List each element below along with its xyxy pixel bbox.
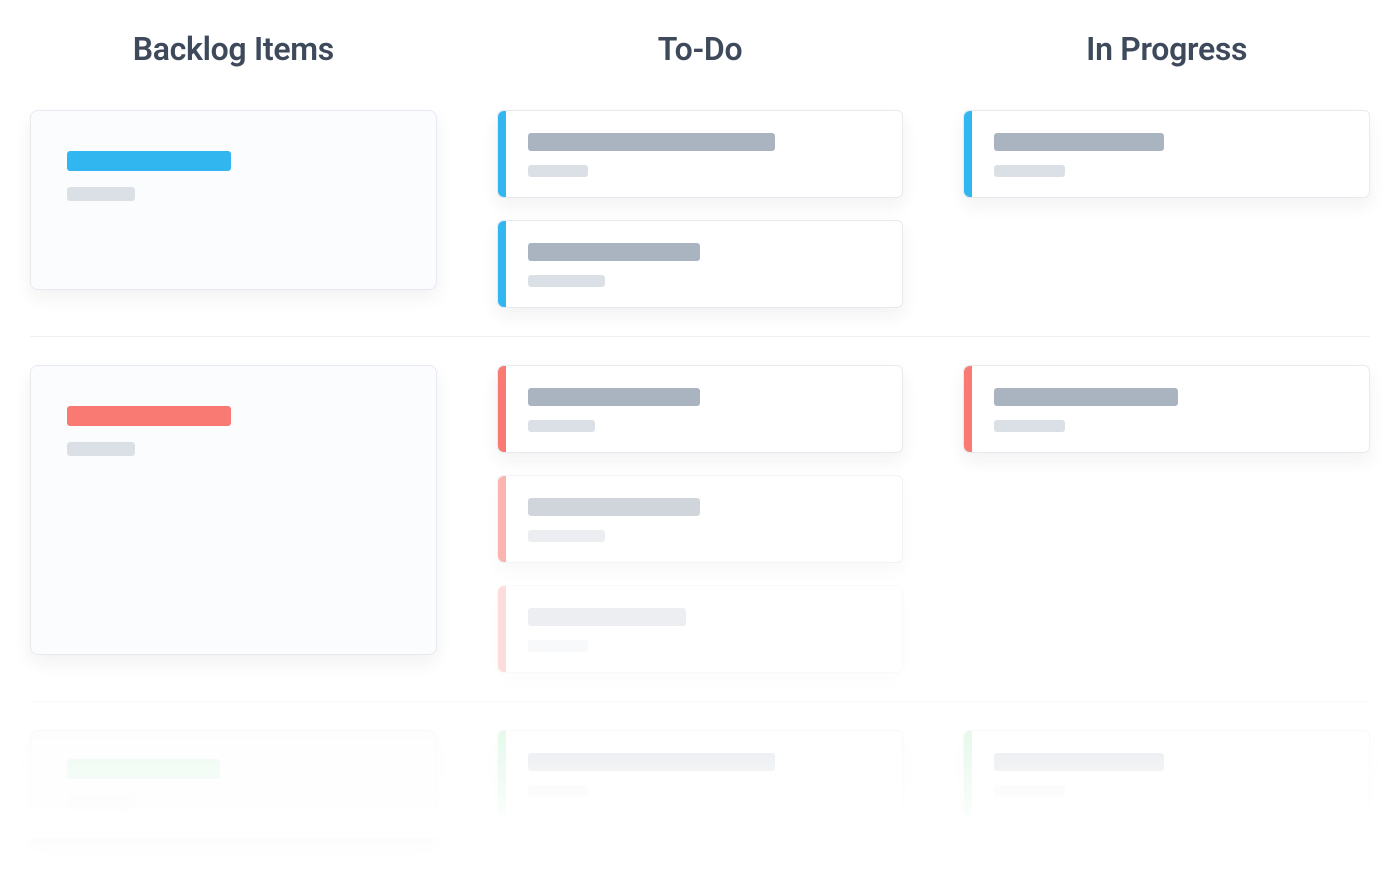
backlog-lane-3 (30, 730, 437, 838)
inprogress-lane-2 (963, 365, 1370, 673)
swimlane-blue (30, 110, 1370, 308)
card-subtitle-placeholder (994, 785, 1065, 797)
todo-card[interactable] (497, 585, 904, 673)
card-subtitle-placeholder (994, 165, 1065, 177)
card-accent-red (964, 366, 972, 452)
inprogress-lane-1 (963, 110, 1370, 308)
backlog-card[interactable] (30, 365, 437, 655)
card-subtitle-placeholder (67, 795, 135, 809)
todo-card[interactable] (497, 475, 904, 563)
backlog-lane-2 (30, 365, 437, 673)
todo-card[interactable] (497, 730, 904, 818)
todo-lane-2 (497, 365, 904, 673)
card-accent-red (498, 366, 506, 452)
inprogress-card[interactable] (963, 110, 1370, 198)
inprogress-lane-3 (963, 730, 1370, 838)
inprogress-column-title: In Progress (963, 30, 1370, 68)
card-subtitle-placeholder (528, 640, 588, 652)
backlog-column-title: Backlog Items (30, 30, 437, 68)
card-title-placeholder (994, 133, 1163, 151)
card-subtitle-placeholder (67, 442, 135, 456)
card-accent-green (498, 731, 506, 817)
card-subtitle-placeholder (994, 420, 1065, 432)
card-title-placeholder (528, 388, 701, 406)
swimlane-red (30, 365, 1370, 673)
backlog-card[interactable] (30, 730, 437, 838)
card-subtitle-placeholder (528, 785, 588, 797)
card-title-placeholder (994, 753, 1163, 771)
card-subtitle-placeholder (528, 165, 588, 177)
todo-card[interactable] (497, 365, 904, 453)
card-accent-green (964, 731, 972, 817)
inprogress-card[interactable] (963, 365, 1370, 453)
backlog-lane-1 (30, 110, 437, 308)
card-subtitle-placeholder (528, 420, 595, 432)
card-title-placeholder (528, 133, 775, 151)
todo-column-title: To-Do (497, 30, 904, 68)
todo-lane-3 (497, 730, 904, 838)
card-accent-red (498, 586, 506, 672)
card-subtitle-placeholder (67, 187, 135, 201)
card-subtitle-placeholder (528, 275, 606, 287)
card-title-placeholder (528, 498, 701, 516)
card-title-placeholder (67, 151, 231, 171)
card-subtitle-placeholder (528, 530, 606, 542)
swimlane-green (30, 730, 1370, 838)
card-accent-blue (498, 221, 506, 307)
card-accent-blue (964, 111, 972, 197)
lane-divider (30, 336, 1370, 337)
card-accent-red (498, 476, 506, 562)
backlog-card[interactable] (30, 110, 437, 290)
todo-lane-1 (497, 110, 904, 308)
card-title-placeholder (528, 243, 701, 261)
card-title-placeholder (67, 406, 231, 426)
todo-card[interactable] (497, 220, 904, 308)
card-title-placeholder (994, 388, 1177, 406)
todo-card[interactable] (497, 110, 904, 198)
card-title-placeholder (528, 753, 775, 771)
lane-divider (30, 701, 1370, 702)
card-accent-blue (498, 111, 506, 197)
card-title-placeholder (528, 608, 687, 626)
inprogress-card[interactable] (963, 730, 1370, 818)
card-title-placeholder (67, 759, 220, 779)
